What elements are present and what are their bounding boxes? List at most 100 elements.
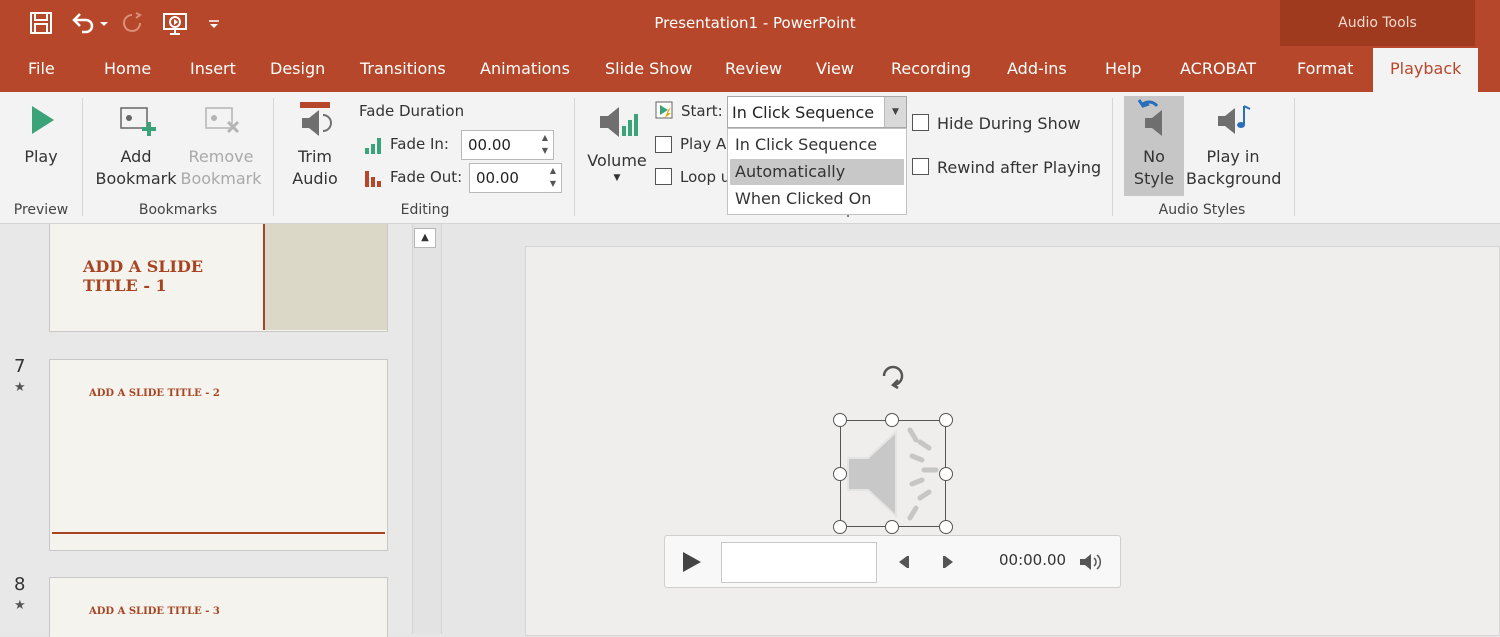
save-icon[interactable] — [28, 10, 54, 36]
add-bookmark-label-2: Bookmark — [95, 169, 177, 188]
rotate-handle-icon[interactable] — [876, 358, 908, 390]
no-style-label-2: Style — [1133, 169, 1175, 188]
slide-title: ADD A SLIDE TITLE - 2 — [89, 388, 220, 399]
trim-audio-button[interactable]: Trim Audio — [284, 100, 346, 190]
progress-bar[interactable] — [721, 542, 877, 583]
group-separator — [1112, 98, 1113, 216]
remove-bookmark-label-2: Bookmark — [180, 169, 262, 188]
speaker-icon[interactable] — [842, 422, 944, 526]
tab-add-ins[interactable]: Add-ins — [1007, 46, 1067, 92]
tab-review[interactable]: Review — [725, 46, 782, 92]
fade-in-spinner[interactable]: 00.00 ▲ ▼ — [461, 130, 554, 160]
rewind-after-playing-checkbox[interactable] — [912, 158, 929, 175]
group-label-preview: Preview — [13, 202, 69, 218]
volume-button[interactable]: Volume ▼ — [584, 100, 650, 184]
audio-tools-label: Audio Tools — [1338, 15, 1417, 31]
resize-handle[interactable] — [885, 520, 899, 534]
tab-view[interactable]: View — [816, 46, 854, 92]
tab-home[interactable]: Home — [104, 46, 151, 92]
seek-back-icon[interactable] — [893, 552, 913, 572]
play-icon — [32, 106, 54, 134]
tab-playback[interactable]: Playback — [1373, 48, 1479, 92]
seek-forward-icon[interactable] — [939, 552, 959, 572]
audio-player-bar: 00:00.00 — [664, 535, 1121, 588]
remove-bookmark-button: Remove Bookmark — [178, 100, 264, 190]
fade-out-icon — [365, 171, 381, 187]
group-separator — [574, 98, 575, 216]
resize-handle[interactable] — [833, 413, 847, 427]
menu-item-when-clicked-on[interactable]: When Clicked On — [730, 186, 904, 212]
play-icon[interactable] — [677, 548, 705, 576]
slide-thumbnail-6[interactable]: ADD A SLIDE TITLE - 1 — [49, 224, 388, 332]
tab-format[interactable]: Format — [1297, 46, 1353, 92]
volume-dropdown-icon: ▼ — [613, 173, 621, 183]
group-separator — [273, 98, 274, 216]
thumbnail-scrollbar[interactable] — [412, 224, 442, 634]
group-label-bookmarks: Bookmarks — [138, 202, 218, 218]
slide-number-7: 7 — [14, 356, 26, 377]
play-in-background-icon — [1218, 105, 1251, 134]
add-bookmark-label-1: Add — [120, 147, 152, 166]
fade-in-value: 00.00 — [468, 136, 511, 154]
no-style-label-1: No — [1143, 147, 1165, 166]
undo-icon[interactable] — [70, 10, 110, 36]
add-bookmark-button[interactable]: Add Bookmark — [92, 100, 180, 190]
resize-handle[interactable] — [833, 520, 847, 534]
slide-number-8: 8 — [14, 574, 26, 595]
tab-animations[interactable]: Animations — [480, 46, 570, 92]
start-icon — [655, 101, 673, 119]
speaker-volume-icon[interactable] — [1077, 550, 1103, 574]
tab-slide-show[interactable]: Slide Show — [605, 46, 692, 92]
resize-handle[interactable] — [833, 467, 847, 481]
tab-acrobat[interactable]: ACROBAT — [1180, 46, 1256, 92]
play-across-slides-label: Play A — [680, 135, 727, 153]
play-in-background-button[interactable]: Play in Background — [1186, 100, 1282, 190]
menu-item-automatically[interactable]: Automatically — [730, 159, 904, 185]
fade-in-label: Fade In: — [390, 135, 449, 153]
resize-handle[interactable] — [939, 413, 953, 427]
add-bookmark-icon — [120, 107, 156, 136]
scroll-up-icon[interactable]: ▲ — [414, 228, 436, 248]
spinner-arrows-icon[interactable]: ▲ ▼ — [537, 131, 553, 159]
tab-help[interactable]: Help — [1105, 46, 1141, 92]
fade-duration-label: Fade Duration — [359, 102, 465, 120]
chevron-down-icon[interactable]: ▼ — [884, 97, 906, 127]
play-label: Play — [24, 147, 58, 166]
volume-label: Volume — [587, 151, 647, 170]
slide-title: ADD A SLIDE TITLE - 1 — [83, 257, 204, 295]
group-separator — [1294, 98, 1295, 216]
volume-icon — [600, 107, 638, 137]
play-across-slides-checkbox[interactable] — [655, 136, 672, 153]
resize-handle[interactable] — [939, 520, 953, 534]
hide-during-show-checkbox[interactable] — [912, 114, 929, 131]
tab-transitions[interactable]: Transitions — [360, 46, 446, 92]
no-style-button[interactable]: No Style — [1124, 96, 1184, 196]
tab-design[interactable]: Design — [270, 46, 325, 92]
menu-item-in-click-sequence[interactable]: In Click Sequence — [730, 132, 904, 158]
slide-thumbnail-8[interactable]: ADD A SLIDE TITLE - 3 — [49, 577, 388, 637]
animation-star-icon: ★ — [14, 380, 26, 395]
start-from-beginning-icon[interactable] — [160, 10, 190, 36]
group-label-audio-styles: Audio Styles — [1158, 202, 1246, 218]
tab-insert[interactable]: Insert — [190, 46, 236, 92]
resize-handle[interactable] — [939, 467, 953, 481]
play-button[interactable]: Play — [14, 100, 68, 168]
rewind-after-playing-label: Rewind after Playing — [937, 158, 1102, 177]
fade-out-spinner[interactable]: 00.00 ▲ ▼ — [469, 163, 562, 193]
start-dropdown-menu: In Click Sequence Automatically When Cli… — [727, 128, 907, 215]
start-combobox[interactable]: In Click Sequence ▼ — [727, 96, 907, 128]
fade-out-label: Fade Out: — [390, 168, 463, 186]
window-title: Presentation1 - PowerPoint — [654, 14, 856, 32]
tab-file[interactable]: File — [28, 46, 55, 92]
trim-audio-label-2: Audio — [292, 169, 338, 188]
loop-until-stopped-checkbox[interactable] — [655, 168, 672, 185]
resize-handle[interactable] — [885, 413, 899, 427]
spinner-arrows-icon[interactable]: ▲ ▼ — [545, 164, 561, 192]
slide-image-block — [265, 224, 387, 330]
play-in-background-label-2: Background — [1186, 169, 1282, 188]
trim-audio-icon — [300, 102, 332, 136]
fade-out-value: 00.00 — [476, 169, 519, 187]
tab-recording[interactable]: Recording — [891, 46, 971, 92]
customize-qat-icon[interactable] — [206, 10, 222, 36]
slide-thumbnail-7[interactable]: ADD A SLIDE TITLE - 2 — [49, 359, 388, 551]
